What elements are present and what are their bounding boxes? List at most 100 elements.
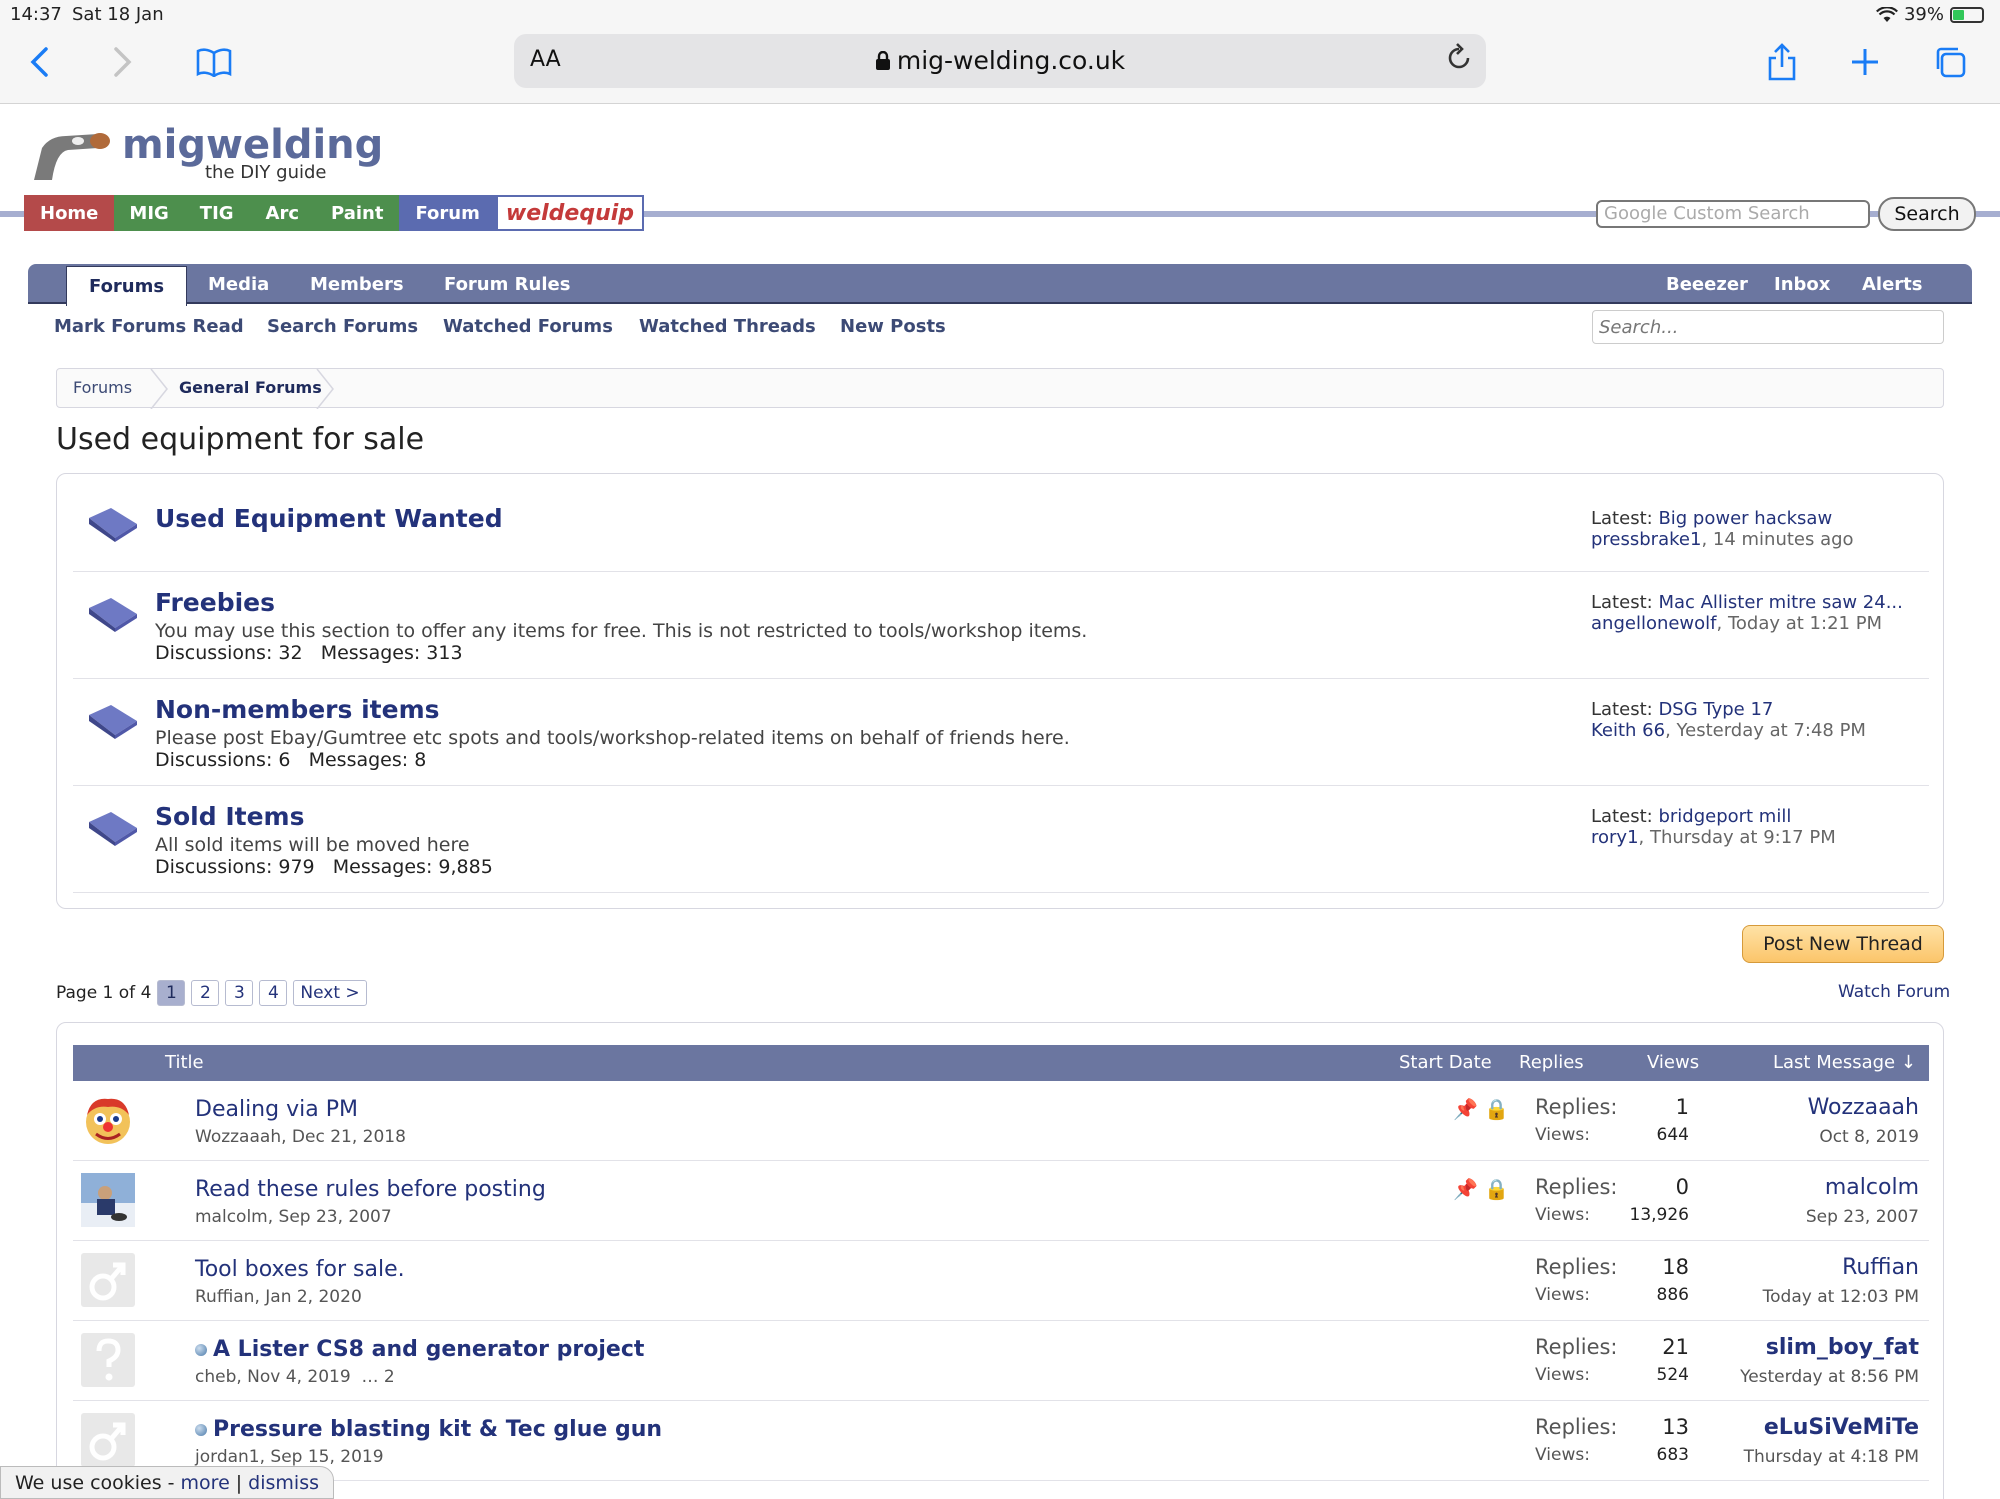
nav-inbox[interactable]: Inbox [1774, 264, 1830, 304]
thread-title[interactable]: Dealing via PM [195, 1097, 358, 1122]
subnav-new-posts[interactable]: New Posts [840, 316, 946, 337]
subforum-title[interactable]: Sold Items [155, 802, 305, 831]
last-message-user[interactable]: Ruffian [1842, 1255, 1919, 1280]
thread-row[interactable]: Dealing via PM Wozzaaah, Dec 21, 2018 📌 … [73, 1081, 1929, 1161]
tab-members[interactable]: Members [310, 264, 404, 304]
last-message-date[interactable]: Yesterday at 8:56 PM [1740, 1367, 1919, 1387]
latest-thread-link[interactable]: DSG Type 17 [1658, 699, 1773, 720]
watch-forum-link[interactable]: Watch Forum [1838, 982, 1950, 1002]
url-value: mig-welding.co.uk [896, 46, 1126, 75]
nav-arc[interactable]: Arc [249, 195, 316, 231]
subnav-watched-forums[interactable]: Watched Forums [443, 316, 613, 337]
breadcrumb-general-forums[interactable]: General Forums [179, 378, 322, 397]
last-message-user[interactable]: eLuSiVeMiTe [1764, 1415, 1919, 1440]
avatar[interactable] [81, 1333, 135, 1387]
thread-title[interactable]: Pressure blasting kit & Tec glue gun [195, 1417, 662, 1442]
views-count: 524 [1656, 1365, 1689, 1385]
nav-paint[interactable]: Paint [315, 195, 400, 231]
nav-user-beeezer[interactable]: Beeezer [1666, 264, 1748, 304]
subforum-row[interactable]: Sold Items All sold items will be moved … [73, 786, 1929, 893]
cookie-more-link[interactable]: more [181, 1472, 230, 1494]
subforum-title[interactable]: Used Equipment Wanted [155, 504, 503, 533]
page-link-4[interactable]: 4 [259, 980, 288, 1006]
thread-page-links[interactable]: … 2 [361, 1367, 394, 1387]
last-message-user[interactable]: malcolm [1825, 1175, 1919, 1200]
nav-forum[interactable]: Forum [399, 195, 496, 231]
thread-title-text[interactable]: A Lister CS8 and generator project [213, 1337, 644, 1362]
thread-title[interactable]: Read these rules before posting [195, 1177, 546, 1202]
nav-home[interactable]: Home [24, 195, 115, 231]
subnav-watched-threads[interactable]: Watched Threads [639, 316, 816, 337]
forward-icon[interactable] [100, 40, 144, 84]
last-message-date[interactable]: Oct 8, 2019 [1819, 1127, 1919, 1147]
google-search-input[interactable]: Google Custom Search [1596, 200, 1870, 228]
new-tab-icon[interactable] [1843, 40, 1887, 84]
tab-forums[interactable]: Forums [66, 266, 188, 306]
tabs-icon[interactable] [1928, 40, 1972, 84]
col-replies[interactable]: Replies [1519, 1052, 1584, 1073]
thread-title[interactable]: Tool boxes for sale. [195, 1257, 405, 1282]
subforum-stats: Discussions: 979 Messages: 9,885 [155, 856, 493, 878]
col-title[interactable]: Title [165, 1052, 204, 1073]
thread-row[interactable]: A Lister CS8 and generator project cheb,… [73, 1321, 1929, 1401]
thread-row[interactable]: Read these rules before posting malcolm,… [73, 1161, 1929, 1241]
last-message-user[interactable]: slim_boy_fat [1766, 1335, 1919, 1360]
tab-media[interactable]: Media [208, 264, 269, 304]
page-link-2[interactable]: 2 [191, 980, 220, 1006]
forum-search-input[interactable]: Search... [1592, 310, 1944, 344]
thread-title[interactable]: A Lister CS8 and generator project [195, 1337, 644, 1362]
next-page-link[interactable]: Next > [293, 980, 367, 1006]
subforum-latest: Latest: bridgeport mill rory1, Thursday … [1591, 806, 1836, 848]
nav-weldequip[interactable]: weldequip [495, 195, 645, 231]
back-icon[interactable] [18, 40, 62, 84]
post-new-thread-button[interactable]: Post New Thread [1742, 925, 1944, 963]
last-message-date[interactable]: Today at 12:03 PM [1763, 1287, 1919, 1307]
breadcrumb-forums[interactable]: Forums [73, 378, 132, 397]
nav-alerts[interactable]: Alerts [1862, 264, 1923, 304]
subforum-title[interactable]: Freebies [155, 588, 275, 617]
address-bar[interactable]: AA mig-welding.co.uk [514, 34, 1486, 88]
logo-tagline: the DIY guide [205, 162, 327, 183]
avatar[interactable] [81, 1093, 135, 1147]
thread-title-text[interactable]: Pressure blasting kit & Tec glue gun [213, 1417, 662, 1442]
latest-thread-link[interactable]: bridgeport mill [1658, 806, 1791, 827]
bookmarks-icon[interactable] [192, 40, 236, 84]
thread-row[interactable]: Pressure blasting kit & Tec glue gun jor… [73, 1401, 1929, 1481]
latest-user-link[interactable]: Keith 66 [1591, 720, 1665, 741]
col-start-date[interactable]: Start Date [1399, 1052, 1492, 1073]
share-icon[interactable] [1760, 40, 1804, 84]
subforum-row[interactable]: Used Equipment Wanted Latest: Big power … [73, 474, 1929, 572]
thread-meta: malcolm, Sep 23, 2007 [195, 1207, 392, 1227]
tab-forum-rules[interactable]: Forum Rules [444, 264, 570, 304]
latest-label: Latest: [1591, 806, 1653, 827]
latest-user-link[interactable]: pressbrake1 [1591, 529, 1701, 550]
latest-thread-link[interactable]: Mac Allister mitre saw 24... [1658, 592, 1902, 613]
subforum-row[interactable]: Non-members items Please post Ebay/Gumtr… [73, 679, 1929, 786]
subforum-title[interactable]: Non-members items [155, 695, 440, 724]
latest-label: Latest: [1591, 592, 1653, 613]
replies-label: Replies: [1535, 1175, 1618, 1199]
subforum-row[interactable]: Freebies You may use this section to off… [73, 572, 1929, 679]
thread-row[interactable]: Tool boxes for sale. Ruffian, Jan 2, 202… [73, 1241, 1929, 1321]
avatar[interactable] [81, 1413, 135, 1467]
avatar[interactable] [81, 1253, 135, 1307]
last-message-date[interactable]: Thursday at 4:18 PM [1744, 1447, 1919, 1467]
latest-user-link[interactable]: angellonewolf [1591, 613, 1717, 634]
latest-user-link[interactable]: rory1 [1591, 827, 1639, 848]
col-last-message[interactable]: Last Message ↓ [1773, 1052, 1916, 1073]
reload-icon[interactable] [1446, 42, 1472, 80]
nav-mig[interactable]: MIG [114, 195, 184, 231]
subnav-search-forums[interactable]: Search Forums [267, 316, 418, 337]
last-message-date[interactable]: Sep 23, 2007 [1806, 1207, 1919, 1227]
latest-label: Latest: [1591, 699, 1653, 720]
latest-thread-link[interactable]: Big power hacksaw [1658, 508, 1832, 529]
nav-tig[interactable]: TIG [183, 195, 250, 231]
avatar[interactable] [81, 1173, 135, 1227]
page-link-1[interactable]: 1 [157, 980, 186, 1006]
last-message-user[interactable]: Wozzaaah [1808, 1095, 1919, 1120]
page-link-3[interactable]: 3 [225, 980, 254, 1006]
subnav-mark-read[interactable]: Mark Forums Read [54, 316, 244, 337]
col-views[interactable]: Views [1647, 1052, 1699, 1073]
google-search-button[interactable]: Search [1878, 197, 1976, 231]
cookie-dismiss-link[interactable]: dismiss [248, 1472, 319, 1494]
